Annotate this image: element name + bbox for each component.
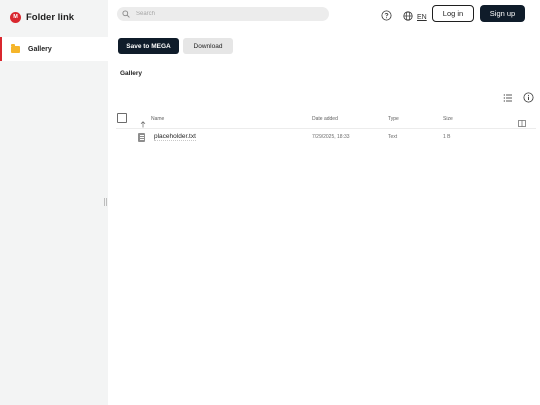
save-to-mega-button[interactable]: Save to MEGA	[118, 38, 179, 54]
globe-icon	[403, 8, 413, 26]
columns-settings-icon[interactable]	[518, 114, 526, 127]
file-size: 1 B	[443, 134, 451, 140]
search-input[interactable]	[136, 11, 316, 17]
sidebar: M Folder link Gallery	[0, 0, 108, 405]
folder-icon	[11, 43, 20, 53]
column-header-type[interactable]: Type	[388, 116, 399, 122]
language-label: EN	[417, 13, 427, 21]
download-button[interactable]: Download	[183, 38, 233, 54]
login-button[interactable]: Log in	[432, 5, 474, 22]
sidebar-item-label: Gallery	[28, 45, 52, 53]
sidebar-resize-handle[interactable]	[104, 198, 107, 206]
search-icon	[122, 10, 130, 18]
signup-button[interactable]: Sign up	[480, 5, 525, 22]
divider	[116, 128, 536, 129]
file-date-added: 7/29/2025, 18:33	[312, 134, 350, 140]
info-icon[interactable]	[523, 90, 534, 103]
column-header-size[interactable]: Size	[443, 116, 453, 122]
sort-arrow-up-icon[interactable]	[140, 115, 146, 128]
help-icon[interactable]	[381, 8, 392, 21]
select-all-checkbox[interactable]	[117, 113, 127, 123]
mega-logo-icon: M	[10, 12, 21, 23]
column-header-date-added[interactable]: Date added	[312, 116, 338, 122]
file-name[interactable]: placeholder.txt	[154, 133, 196, 141]
table-row[interactable]: placeholder.txt 7/29/2025, 18:33 Text 1 …	[116, 130, 536, 145]
language-selector[interactable]: EN	[403, 8, 427, 26]
app-title: Folder link	[26, 12, 75, 23]
search-bar[interactable]	[117, 7, 329, 21]
text-file-icon	[138, 133, 145, 142]
column-header-name[interactable]: Name	[151, 116, 164, 122]
list-view-icon[interactable]	[503, 90, 513, 102]
breadcrumb[interactable]: Gallery	[120, 70, 142, 77]
table-header: Name Date added Type Size	[116, 112, 536, 128]
sidebar-item-gallery[interactable]: Gallery	[0, 37, 108, 61]
brand[interactable]: M Folder link	[10, 12, 74, 23]
file-type: Text	[388, 134, 398, 140]
